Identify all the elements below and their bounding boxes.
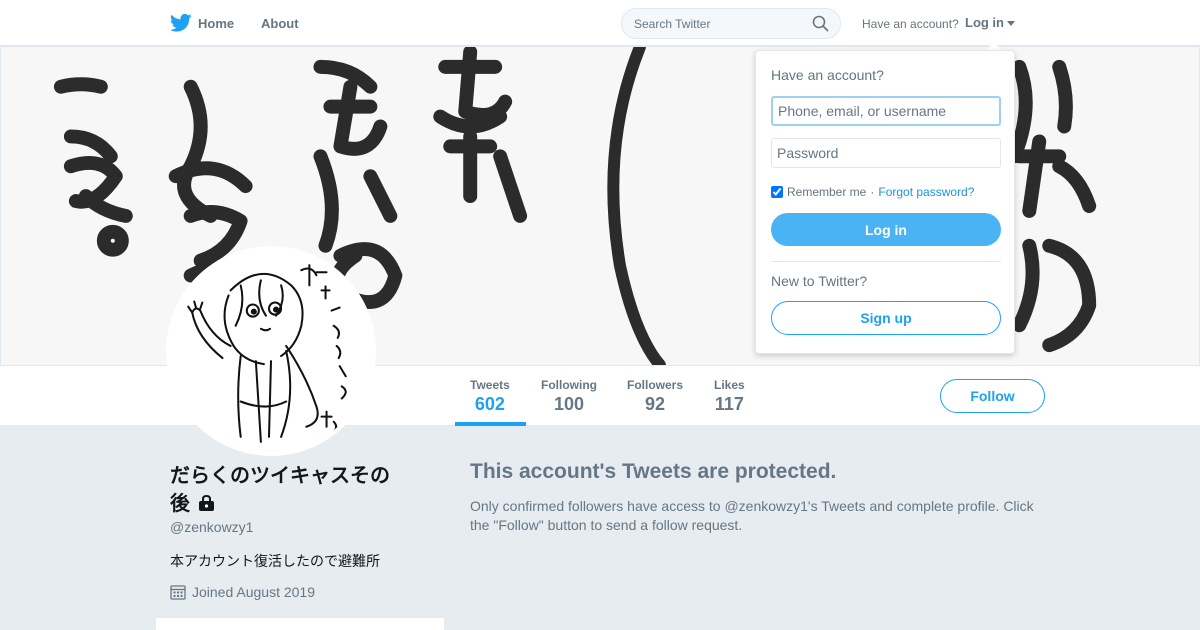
twitter-bird-icon: [170, 13, 192, 32]
profile-name-line1: だらくのツイキャスその: [170, 465, 390, 487]
profile-name-line2: 後: [170, 493, 190, 515]
stat-label: Followers: [627, 378, 684, 392]
have-account-text: Have an account?: [862, 17, 959, 31]
nav-home-label: Home: [198, 15, 235, 31]
search-icon[interactable]: [812, 15, 829, 32]
new-to-twitter-text: New to Twitter?: [771, 273, 868, 289]
stat-value: 117: [714, 394, 744, 414]
screen-name[interactable]: @zenkowzy1: [170, 519, 253, 535]
login-dropdown: Have an account? Remember me · Forgot pa…: [755, 50, 1015, 354]
search-input[interactable]: [621, 8, 841, 39]
password-input[interactable]: [771, 138, 1001, 168]
stat-label: Likes: [714, 378, 745, 392]
stat-value: 92: [644, 394, 666, 414]
nav-about-link[interactable]: About: [261, 16, 299, 31]
forgot-password-link[interactable]: Forgot password?: [878, 185, 974, 199]
stat-followers[interactable]: Followers 92: [627, 378, 683, 415]
profile-name: だらくのツイキャスその 後: [170, 462, 440, 518]
dropdown-heading: Have an account?: [771, 67, 884, 83]
login-button[interactable]: Log in: [771, 213, 1001, 246]
stat-label: Tweets: [470, 378, 510, 392]
stat-label: Following: [541, 378, 597, 392]
calendar-icon: [170, 585, 186, 600]
bio: 本アカウント復活したので避難所: [170, 553, 380, 569]
caret-down-icon: [1007, 21, 1015, 26]
joined-date: Joined August 2019: [170, 584, 315, 600]
remember-label: Remember me: [787, 185, 867, 199]
nav-home-link[interactable]: Home: [170, 13, 234, 33]
lock-icon: [198, 495, 214, 511]
remember-checkbox[interactable]: [771, 186, 783, 198]
login-toggle-label: Log in: [965, 15, 1004, 30]
protected-title: This account's Tweets are protected.: [470, 460, 837, 483]
separator: ·: [870, 185, 875, 199]
remember-row: Remember me · Forgot password?: [771, 185, 974, 199]
stat-value: 100: [553, 394, 585, 414]
stat-value: 602: [474, 394, 505, 414]
login-dropdown-toggle[interactable]: Log in: [965, 15, 1015, 30]
protected-text: Only confirmed followers have access to …: [470, 498, 1034, 533]
stat-likes[interactable]: Likes 117: [714, 378, 745, 415]
top-nav: Home About Have an account? Log in: [0, 0, 1200, 46]
username-input[interactable]: [771, 96, 1001, 126]
sidebar-card: [156, 618, 444, 630]
follow-button[interactable]: Follow: [940, 379, 1045, 413]
active-tab-indicator: [455, 422, 526, 426]
stat-tweets[interactable]: Tweets 602: [470, 378, 510, 415]
joined-label: Joined August 2019: [192, 584, 315, 600]
stat-following[interactable]: Following 100: [541, 378, 597, 415]
signup-button[interactable]: Sign up: [771, 301, 1001, 335]
avatar[interactable]: [166, 246, 376, 456]
avatar-drawing: [170, 250, 372, 452]
divider: [771, 261, 1001, 262]
